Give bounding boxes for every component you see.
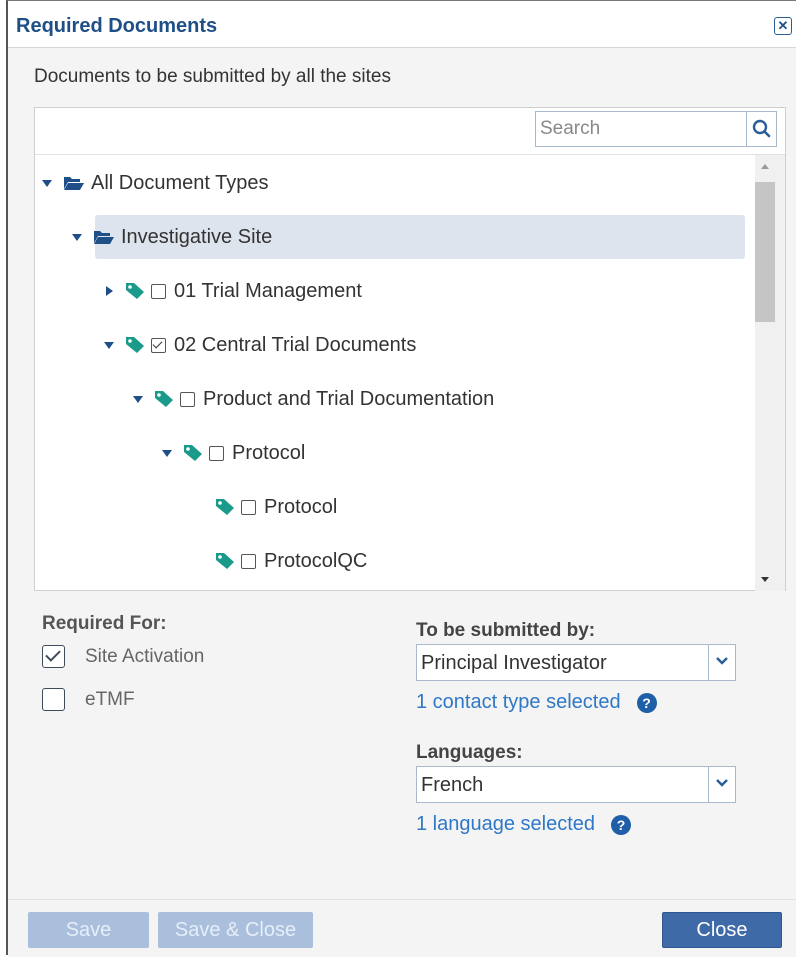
help-icon[interactable]: ? <box>611 814 632 835</box>
tree-node-product-and-trial-documentation[interactable]: Product and Trial Documentation <box>132 377 494 421</box>
search-button[interactable] <box>747 111 777 147</box>
etmf-option[interactable]: eTMF <box>42 688 135 711</box>
folder-open-icon <box>63 175 85 191</box>
site-activation-label: Site Activation <box>85 645 205 667</box>
site-activation-option[interactable]: Site Activation <box>42 645 204 668</box>
tree-node-label: 01 Trial Management <box>174 279 362 302</box>
save-button[interactable]: Save <box>28 912 149 948</box>
close-icon[interactable]: ✕ <box>774 17 792 35</box>
tag-icon <box>215 552 235 570</box>
tree-node-checkbox[interactable] <box>241 499 256 515</box>
contact-type-info: 1 contact type selected ? <box>416 691 657 714</box>
folder-open-icon <box>93 229 115 245</box>
tag-icon <box>215 498 235 516</box>
language-info: 1 language selected ? <box>416 813 632 836</box>
languages-label: Languages: <box>416 742 523 763</box>
dialog-subtitle: Documents to be submitted by all the sit… <box>34 66 391 87</box>
tag-icon <box>183 444 203 462</box>
tree-node-checkbox[interactable] <box>151 337 166 353</box>
search-icon <box>752 119 771 138</box>
caret-down-icon[interactable] <box>71 231 83 243</box>
submitted-by-label: To be submitted by: <box>416 620 596 641</box>
tree-scrollbar[interactable] <box>755 155 785 591</box>
language-link[interactable]: 1 language selected <box>416 813 595 836</box>
search-input[interactable] <box>535 111 747 147</box>
tree-node-01-trial-management[interactable]: 01 Trial Management <box>103 269 362 313</box>
languages-select[interactable]: French <box>416 766 736 803</box>
caret-down-icon[interactable] <box>161 447 173 459</box>
etmf-checkbox[interactable] <box>42 688 65 711</box>
scroll-up-arrow-icon[interactable] <box>755 155 785 175</box>
tree-node-checkbox[interactable] <box>180 391 195 407</box>
tag-icon <box>125 282 145 300</box>
tree-node-label: Product and Trial Documentation <box>203 387 495 410</box>
search-row <box>35 108 785 155</box>
document-tree-panel: All Document Types Investigative Site <box>34 107 786 591</box>
tree-node-protocol-folder[interactable]: Protocol <box>161 431 305 475</box>
caret-down-icon[interactable] <box>132 393 144 405</box>
submitted-by-select[interactable]: Principal Investigator <box>416 644 736 681</box>
tree-node-checkbox[interactable] <box>209 445 224 461</box>
etmf-label: eTMF <box>85 688 135 710</box>
dialog-content: Documents to be submitted by all the sit… <box>8 48 796 898</box>
contact-type-link[interactable]: 1 contact type selected <box>416 691 621 714</box>
tree-node-label: 02 Central Trial Documents <box>174 333 417 356</box>
caret-right-icon[interactable] <box>103 285 115 297</box>
tag-icon <box>154 390 174 408</box>
tree-node-label: All Document Types <box>91 171 269 194</box>
dialog-titlebar: Required Documents ✕ <box>8 1 796 48</box>
tree-node-02-central-trial-documents[interactable]: 02 Central Trial Documents <box>103 323 416 367</box>
close-button[interactable]: Close <box>662 912 782 948</box>
chevron-down-icon[interactable] <box>708 645 735 680</box>
help-icon[interactable]: ? <box>636 692 657 713</box>
tree-node-investigative-site[interactable]: Investigative Site <box>72 215 745 259</box>
scroll-down-arrow-icon[interactable] <box>755 571 785 591</box>
dialog-title: Required Documents <box>16 15 218 37</box>
tree-node-label: Protocol <box>264 495 338 518</box>
caret-down-icon[interactable] <box>41 177 53 189</box>
required-documents-dialog: Required Documents ✕ Documents to be sub… <box>6 0 796 957</box>
tree-node-label: ProtocolQC <box>264 549 368 572</box>
chevron-down-icon[interactable] <box>708 767 735 802</box>
tree-node-label: Investigative Site <box>121 225 273 248</box>
scrollbar-thumb[interactable] <box>755 182 775 322</box>
required-for-label: Required For: <box>42 613 167 634</box>
caret-down-icon[interactable] <box>103 339 115 351</box>
tag-icon <box>125 336 145 354</box>
submitted-by-value: Principal Investigator <box>421 652 607 674</box>
tree-node-checkbox[interactable] <box>241 553 256 569</box>
site-activation-checkbox[interactable] <box>42 645 65 668</box>
tree-node-all-document-types[interactable]: All Document Types <box>41 161 741 205</box>
tree-node-checkbox[interactable] <box>151 283 166 299</box>
dialog-footer: Save Save & Close Close <box>8 899 796 957</box>
tree-node-protocol[interactable]: Protocol <box>215 485 337 529</box>
document-tree: All Document Types Investigative Site 01… <box>35 155 753 591</box>
tree-node-protocolqc[interactable]: ProtocolQC <box>215 539 367 583</box>
tree-node-label: Protocol <box>232 441 306 464</box>
save-and-close-button[interactable]: Save & Close <box>158 912 313 948</box>
languages-value: French <box>421 774 484 796</box>
